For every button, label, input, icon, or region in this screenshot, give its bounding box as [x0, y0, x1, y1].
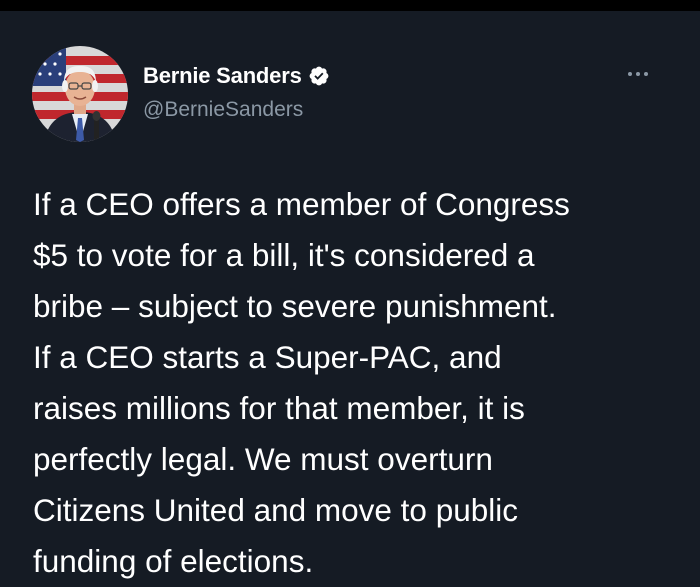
verified-badge-icon [308, 65, 330, 87]
more-options-button[interactable] [622, 62, 654, 86]
more-options-icon [628, 72, 648, 76]
top-bar [0, 0, 700, 11]
tweet-header: Bernie Sanders @BernieSanders [32, 46, 668, 142]
name-row: Bernie Sanders [143, 61, 330, 91]
avatar-image [32, 46, 128, 142]
user-handle[interactable]: @BernieSanders [143, 98, 303, 122]
display-name[interactable]: Bernie Sanders [143, 63, 302, 89]
avatar[interactable] [32, 46, 128, 142]
tweet-text: If a CEO offers a member of Congress $5 … [33, 186, 570, 579]
